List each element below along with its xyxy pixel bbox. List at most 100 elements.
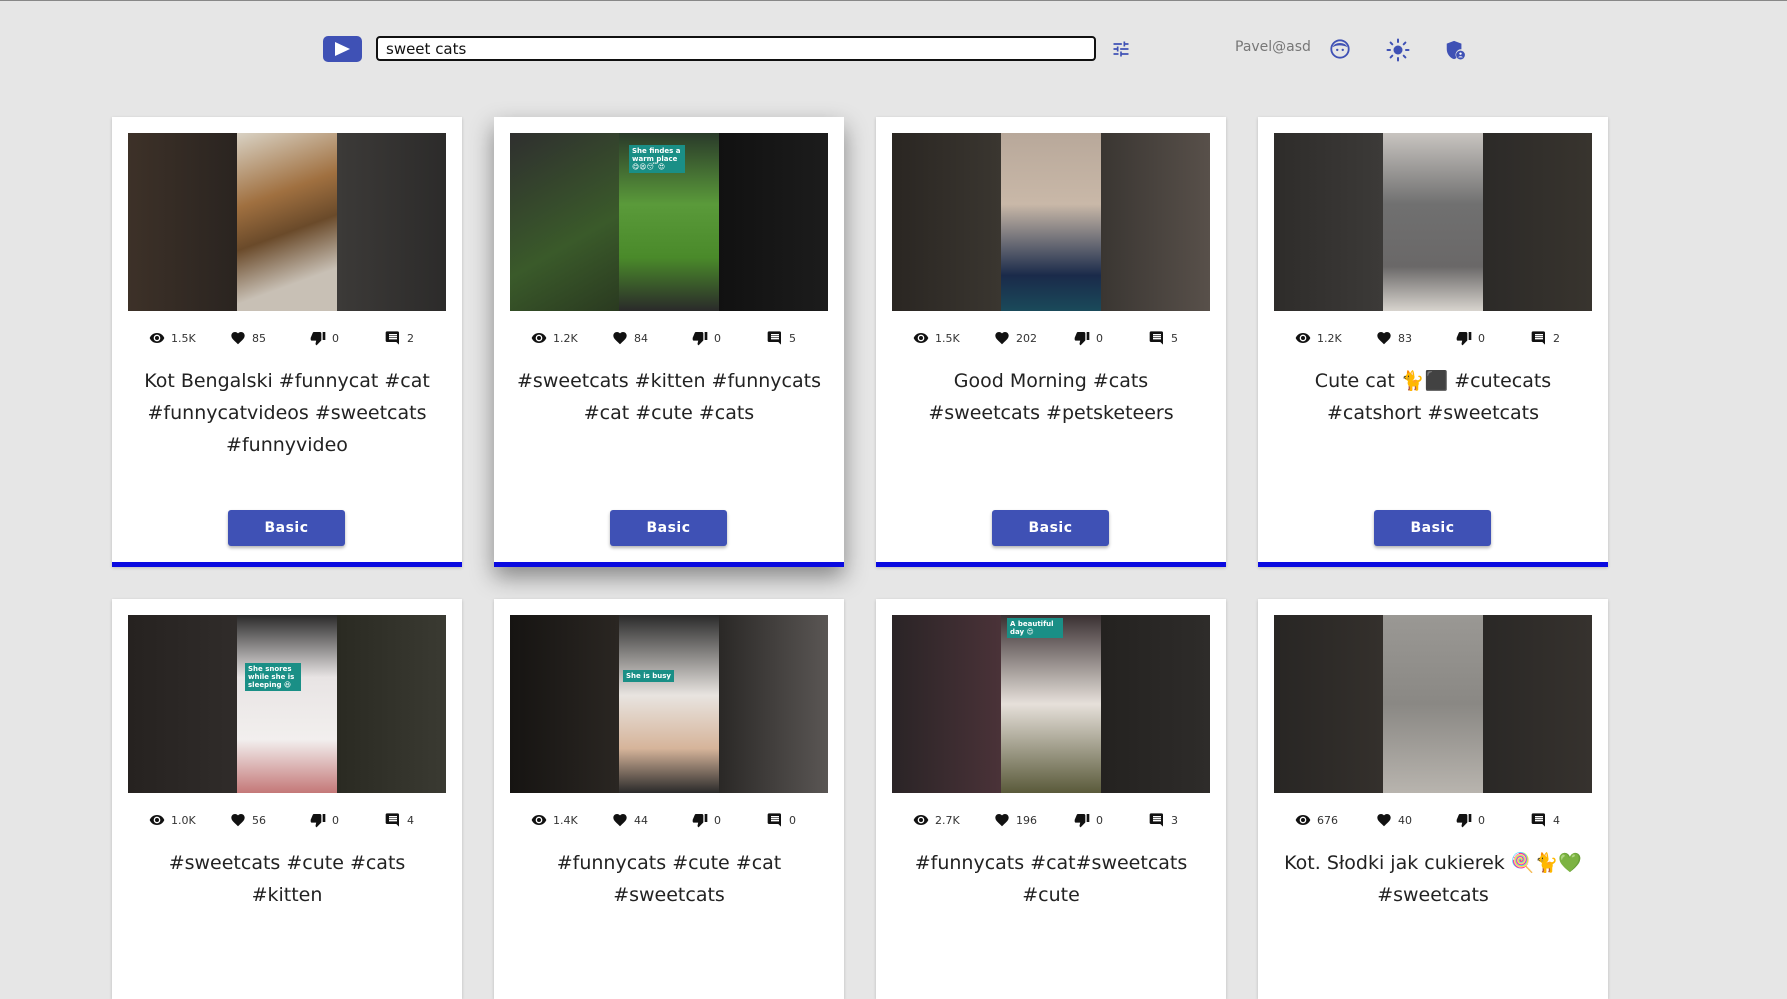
video-stats: 1.4K 44 0 0 (494, 811, 844, 829)
views-stat: 1.5K (913, 329, 960, 347)
comments-stat: 3 (1149, 811, 1178, 829)
video-card[interactable]: She snores while she is sleeping 😆 1.0K 56… (112, 599, 462, 999)
comments-stat: 0 (767, 811, 796, 829)
video-thumbnail[interactable] (892, 133, 1210, 311)
video-thumbnail[interactable] (1274, 615, 1592, 793)
comments-stat: 5 (767, 329, 796, 347)
video-stats: 1.5K 202 0 5 (876, 329, 1226, 347)
video-title[interactable]: Good Morning #cats #sweetcats #petsketee… (896, 365, 1206, 429)
thumbnail-frame (1001, 133, 1101, 311)
comment-icon (385, 330, 407, 346)
likes-count: 202 (1016, 331, 1037, 345)
thumbnail-frame: She snores while she is sleeping 😆 (237, 615, 337, 793)
thumbnail-blur (337, 615, 446, 793)
video-thumbnail[interactable]: A beautiful day 😍 (892, 615, 1210, 793)
video-title[interactable]: #sweetcats #cute #cats #kitten (132, 847, 442, 911)
video-thumbnail[interactable]: She snores while she is sleeping 😆 (128, 615, 446, 793)
card-accent-bar (494, 562, 844, 567)
comment-icon (767, 330, 789, 346)
thumbnail-frame: She is busy (619, 615, 719, 793)
video-title[interactable]: Kot Bengalski #funnycat #cat #funnycatvi… (132, 365, 442, 461)
thumb-down-icon (310, 330, 332, 346)
thumbnail-caption: She snores while she is sleeping 😆 (245, 663, 301, 691)
views-count: 1.0K (171, 813, 196, 827)
basic-button[interactable]: Basic (992, 510, 1109, 546)
admin-shield-icon[interactable] (1444, 39, 1466, 61)
video-card[interactable]: She findes a warm place 😋😫😴😍 1.2K 84 0 5 #swe… (494, 117, 844, 567)
video-thumbnail[interactable]: She findes a warm place 😋😫😴😍 (510, 133, 828, 311)
eye-icon (1295, 330, 1317, 346)
views-stat: 1.4K (531, 811, 578, 829)
comment-icon (1531, 812, 1553, 828)
video-thumbnail[interactable] (128, 133, 446, 311)
likes-count: 83 (1398, 331, 1412, 345)
comments-stat: 4 (1531, 811, 1560, 829)
thumbnail-blur (1274, 615, 1383, 793)
video-card[interactable]: 1.2K 83 0 2 Cute cat 🐈⬛ #cutecats #catshort … (1258, 117, 1608, 567)
video-card[interactable]: She is busy 1.4K 44 0 0 #funnycats #cute #cat… (494, 599, 844, 999)
dislikes-stat: 0 (1456, 329, 1485, 347)
comment-icon (767, 812, 789, 828)
dislikes-stat: 0 (692, 811, 721, 829)
thumbnail-blur (719, 615, 828, 793)
video-title[interactable]: #sweetcats #kitten #funnycats #cat #cute… (514, 365, 824, 429)
comments-count: 4 (407, 813, 414, 827)
likes-count: 56 (252, 813, 266, 827)
tune-icon[interactable] (1111, 39, 1131, 59)
video-card[interactable]: A beautiful day 😍 2.7K 196 0 3 #funnycats #ca… (876, 599, 1226, 999)
video-title[interactable]: Cute cat 🐈⬛ #cutecats #catshort #sweetca… (1278, 365, 1588, 429)
sun-icon[interactable] (1386, 38, 1410, 62)
video-card[interactable]: 1.5K 85 0 2 Kot Bengalski #funnycat #cat #fu… (112, 117, 462, 567)
thumbnail-frame (1383, 133, 1483, 311)
video-title[interactable]: Kot. Słodki jak cukierek 🍭🐈💚 #sweetcats (1278, 847, 1588, 911)
comments-count: 5 (1171, 331, 1178, 345)
comments-count: 5 (789, 331, 796, 345)
eye-icon (913, 812, 935, 828)
video-title[interactable]: #funnycats #cat#sweetcats #cute (896, 847, 1206, 911)
thumbnail-blur (1101, 615, 1210, 793)
thumb-down-icon (310, 812, 332, 828)
video-card[interactable]: 676 40 0 4 Kot. Słodki jak cukierek 🍭🐈💚 #swe… (1258, 599, 1608, 999)
eye-icon (531, 812, 553, 828)
card-accent-bar (1258, 562, 1608, 567)
video-card[interactable]: 1.5K 202 0 5 Good Morning #cats #sweetcats #… (876, 117, 1226, 567)
thumb-down-icon (1456, 812, 1478, 828)
dislikes-stat: 0 (692, 329, 721, 347)
views-count: 1.5K (935, 331, 960, 345)
thumbnail-caption: She is busy (623, 670, 674, 682)
views-stat: 1.5K (149, 329, 196, 347)
video-title[interactable]: #funnycats #cute #cat #sweetcats (514, 847, 824, 911)
comments-stat: 2 (1531, 329, 1560, 347)
video-thumbnail[interactable] (1274, 133, 1592, 311)
dislikes-count: 0 (1478, 331, 1485, 345)
basic-button[interactable]: Basic (1374, 510, 1491, 546)
card-accent-bar (112, 562, 462, 567)
views-count: 1.4K (553, 813, 578, 827)
dislikes-count: 0 (1478, 813, 1485, 827)
comments-count: 2 (407, 331, 414, 345)
thumbnail-frame: She findes a warm place 😋😫😴😍 (619, 133, 719, 311)
thumbnail-frame (237, 133, 337, 311)
views-count: 676 (1317, 813, 1338, 827)
likes-count: 85 (252, 331, 266, 345)
heart-icon (612, 812, 634, 828)
thumbnail-caption: A beautiful day 😍 (1007, 618, 1063, 638)
home-play-button[interactable] (323, 36, 362, 62)
search-input[interactable] (376, 36, 1096, 61)
face-icon[interactable] (1329, 38, 1351, 60)
video-thumbnail[interactable]: She is busy (510, 615, 828, 793)
thumb-down-icon (1074, 330, 1096, 346)
basic-button[interactable]: Basic (610, 510, 727, 546)
thumbnail-frame (1383, 615, 1483, 793)
dislikes-count: 0 (332, 331, 339, 345)
comments-stat: 5 (1149, 329, 1178, 347)
likes-count: 44 (634, 813, 648, 827)
views-stat: 676 (1295, 811, 1338, 829)
thumbnail-blur (510, 133, 619, 311)
likes-stat: 56 (230, 811, 266, 829)
likes-count: 196 (1016, 813, 1037, 827)
views-count: 1.2K (1317, 331, 1342, 345)
basic-button[interactable]: Basic (228, 510, 345, 546)
comments-stat: 2 (385, 329, 414, 347)
likes-stat: 44 (612, 811, 648, 829)
